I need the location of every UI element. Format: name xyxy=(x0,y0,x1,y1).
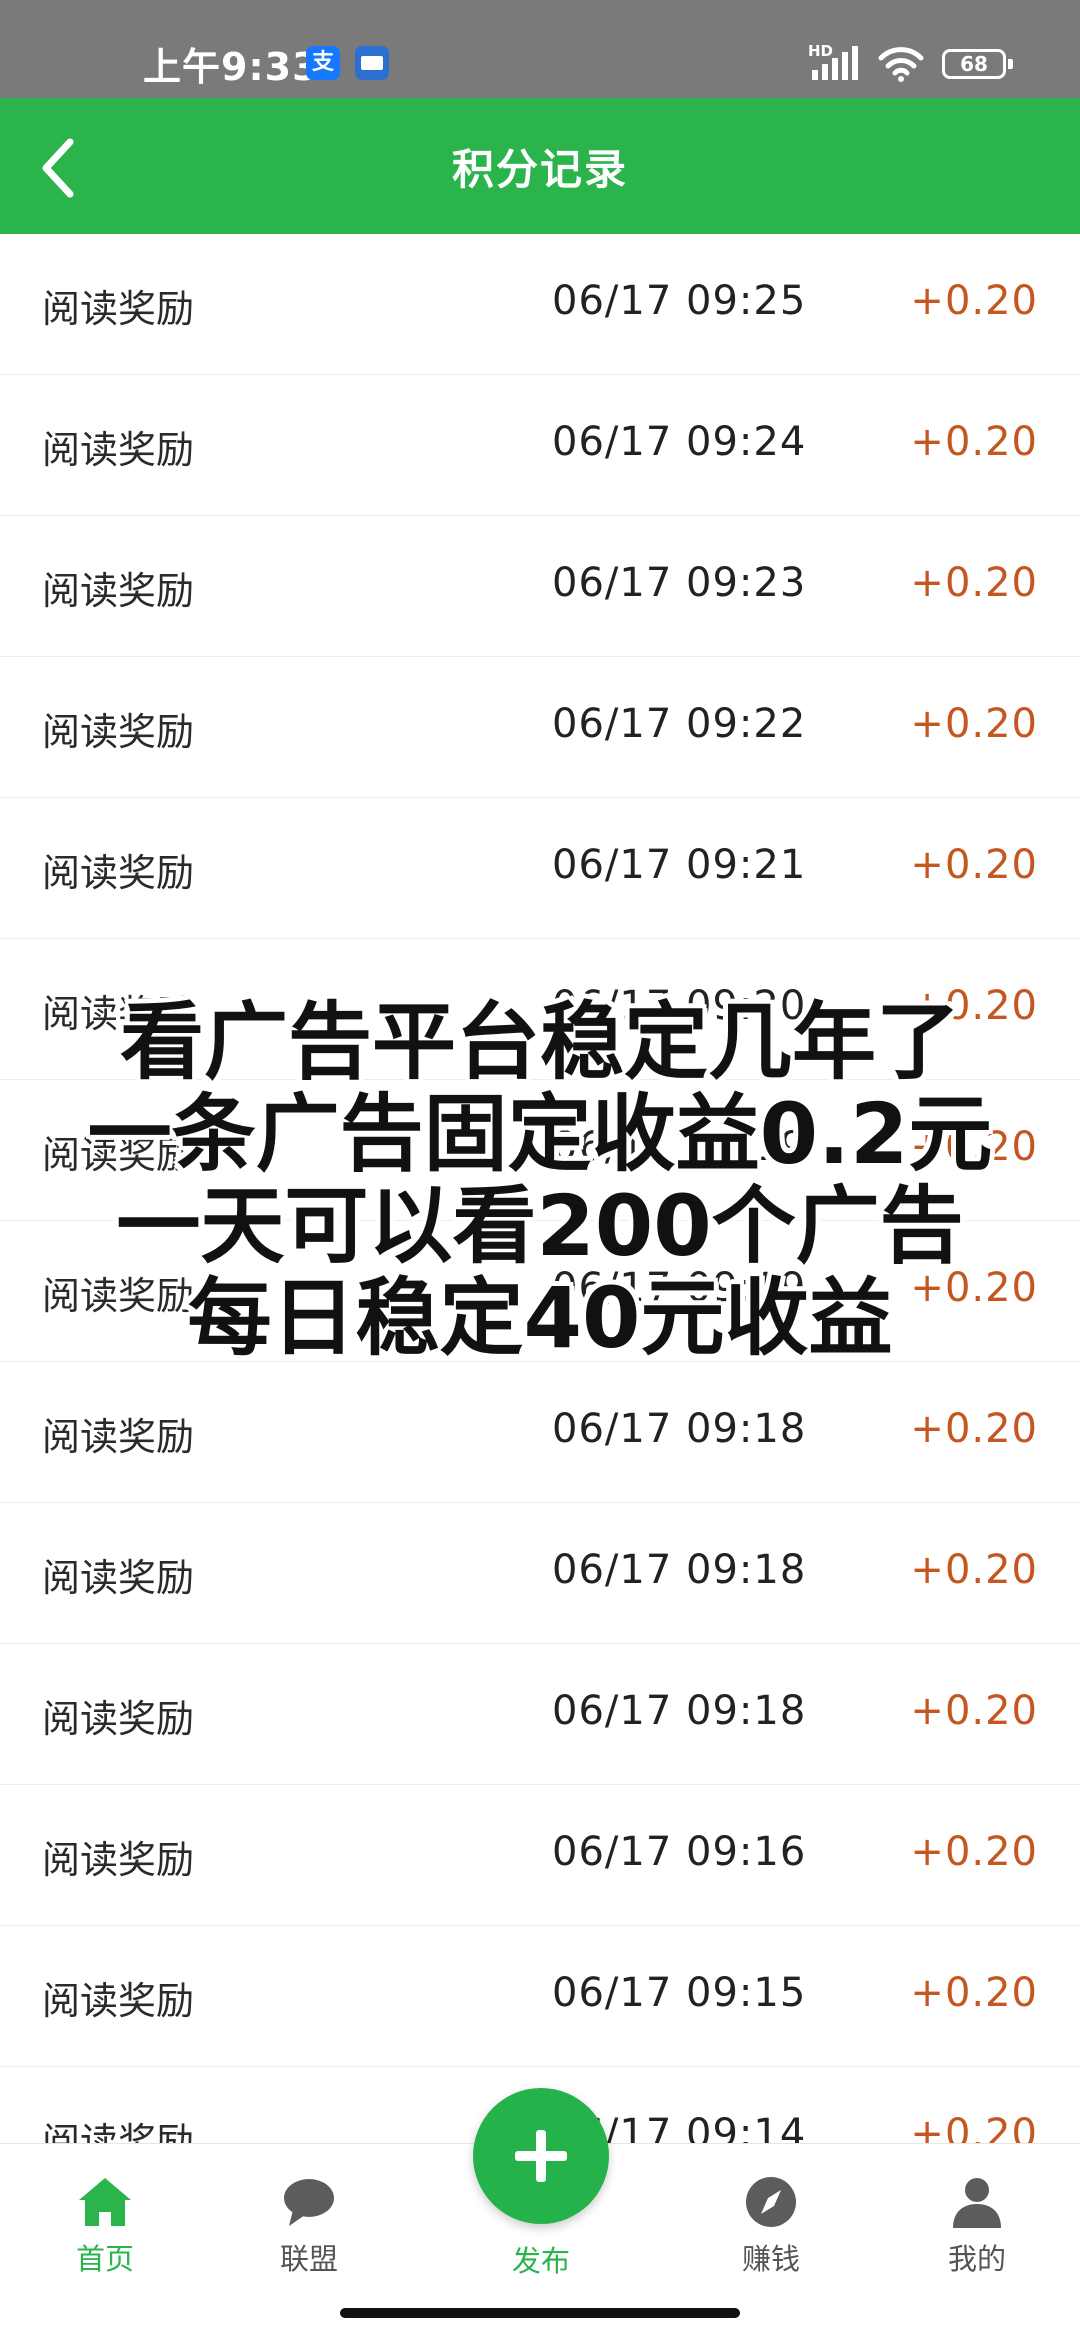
publish-label: 发布 xyxy=(511,2244,570,2278)
nav-alliance[interactable]: 联盟 xyxy=(244,2174,374,2278)
record-label: 阅读奖励 xyxy=(42,710,195,754)
status-time: 上午9:33 xyxy=(143,45,320,89)
record-row[interactable]: 阅读奖励 06/17 09:15 +0.20 xyxy=(0,1926,1080,2067)
card-icon xyxy=(355,46,389,80)
record-row[interactable]: 阅读奖励 06/17 09:18 +0.20 xyxy=(0,1644,1080,1785)
record-time: 06/17 09:15 xyxy=(552,1970,807,2016)
record-time: 06/17 09:25 xyxy=(552,278,807,324)
record-time: 06/17 09:18 xyxy=(552,1547,807,1593)
nav-label: 赚钱 xyxy=(741,2242,800,2276)
record-row[interactable]: 阅读奖励 06/17 09:18 +0.20 xyxy=(0,1503,1080,1644)
record-label: 阅读奖励 xyxy=(42,569,195,613)
record-row[interactable]: 阅读奖励 06/17 09:22 +0.20 xyxy=(0,657,1080,798)
status-bar: 上午9:33 支 HD 68 xyxy=(0,0,1080,98)
record-label: 阅读奖励 xyxy=(42,851,195,895)
record-amount: +0.20 xyxy=(910,1970,1038,2016)
wifi-icon xyxy=(878,47,924,82)
page-title: 积分记录 xyxy=(451,145,628,194)
record-row[interactable]: 阅读奖励 06/17 09:21 +0.20 xyxy=(0,798,1080,939)
record-amount: +0.20 xyxy=(910,560,1038,606)
record-row[interactable]: 阅读奖励 06/17 09:16 +0.20 xyxy=(0,1785,1080,1926)
nav-label: 首页 xyxy=(75,2242,134,2276)
chat-bubble-icon xyxy=(284,2179,334,2226)
record-amount: +0.20 xyxy=(910,278,1038,324)
nav-mine[interactable]: 我的 xyxy=(912,2174,1042,2278)
record-amount: +0.20 xyxy=(910,1688,1038,1734)
signal-icon: HD xyxy=(808,42,860,82)
record-row[interactable]: 阅读奖励 06/17 09:23 +0.20 xyxy=(0,516,1080,657)
record-amount: +0.20 xyxy=(910,701,1038,747)
app-header: 积分记录 xyxy=(0,98,1080,234)
battery-icon: 68 xyxy=(942,49,1013,79)
promo-overlay-text: 看广告平台稳定几年了 一条广告固定收益0.2元 一天可以看200个广告 每日稳定… xyxy=(0,996,1080,1364)
record-amount: +0.20 xyxy=(910,1829,1038,1875)
status-indicators: HD 68 xyxy=(808,42,1013,84)
record-amount: +0.20 xyxy=(910,419,1038,465)
record-row[interactable]: 阅读奖励 06/17 09:25 +0.20 xyxy=(0,234,1080,375)
alipay-icon: 支 xyxy=(306,46,340,80)
record-time: 06/17 09:21 xyxy=(552,842,807,888)
record-amount: +0.20 xyxy=(910,842,1038,888)
nav-earn[interactable]: 赚钱 xyxy=(706,2174,836,2278)
record-time: 06/17 09:18 xyxy=(552,1406,807,1452)
home-icon xyxy=(79,2178,131,2226)
promo-line: 一天可以看200个广告 xyxy=(116,1177,964,1275)
record-amount: +0.20 xyxy=(910,1547,1038,1593)
nav-home[interactable]: 首页 xyxy=(40,2174,170,2278)
record-label: 阅读奖励 xyxy=(42,1697,195,1741)
record-label: 阅读奖励 xyxy=(42,1415,195,1459)
compass-icon xyxy=(746,2177,796,2227)
home-indicator[interactable] xyxy=(340,2308,740,2318)
record-amount: +0.20 xyxy=(910,1406,1038,1452)
nav-label: 我的 xyxy=(947,2242,1006,2276)
promo-line: 一条广告固定收益0.2元 xyxy=(87,1085,993,1183)
record-time: 06/17 09:22 xyxy=(552,701,807,747)
record-time: 06/17 09:16 xyxy=(552,1829,807,1875)
user-icon xyxy=(953,2178,1001,2228)
plus-icon xyxy=(515,2130,567,2182)
record-time: 06/17 09:18 xyxy=(552,1688,807,1734)
record-time: 06/17 09:24 xyxy=(552,419,807,465)
nav-label: 联盟 xyxy=(279,2242,338,2276)
record-label: 阅读奖励 xyxy=(42,287,195,331)
publish-button[interactable] xyxy=(473,2088,609,2224)
record-row[interactable]: 阅读奖励 06/17 09:18 +0.20 xyxy=(0,1362,1080,1503)
record-label: 阅读奖励 xyxy=(42,428,195,472)
promo-line: 看广告平台稳定几年了 xyxy=(119,993,960,1091)
record-row[interactable]: 阅读奖励 06/17 09:24 +0.20 xyxy=(0,375,1080,516)
promo-line: 每日稳定40元收益 xyxy=(187,1269,893,1367)
record-label: 阅读奖励 xyxy=(42,1556,195,1600)
record-time: 06/17 09:23 xyxy=(552,560,807,606)
record-label: 阅读奖励 xyxy=(42,1979,195,2023)
record-label: 阅读奖励 xyxy=(42,1838,195,1882)
